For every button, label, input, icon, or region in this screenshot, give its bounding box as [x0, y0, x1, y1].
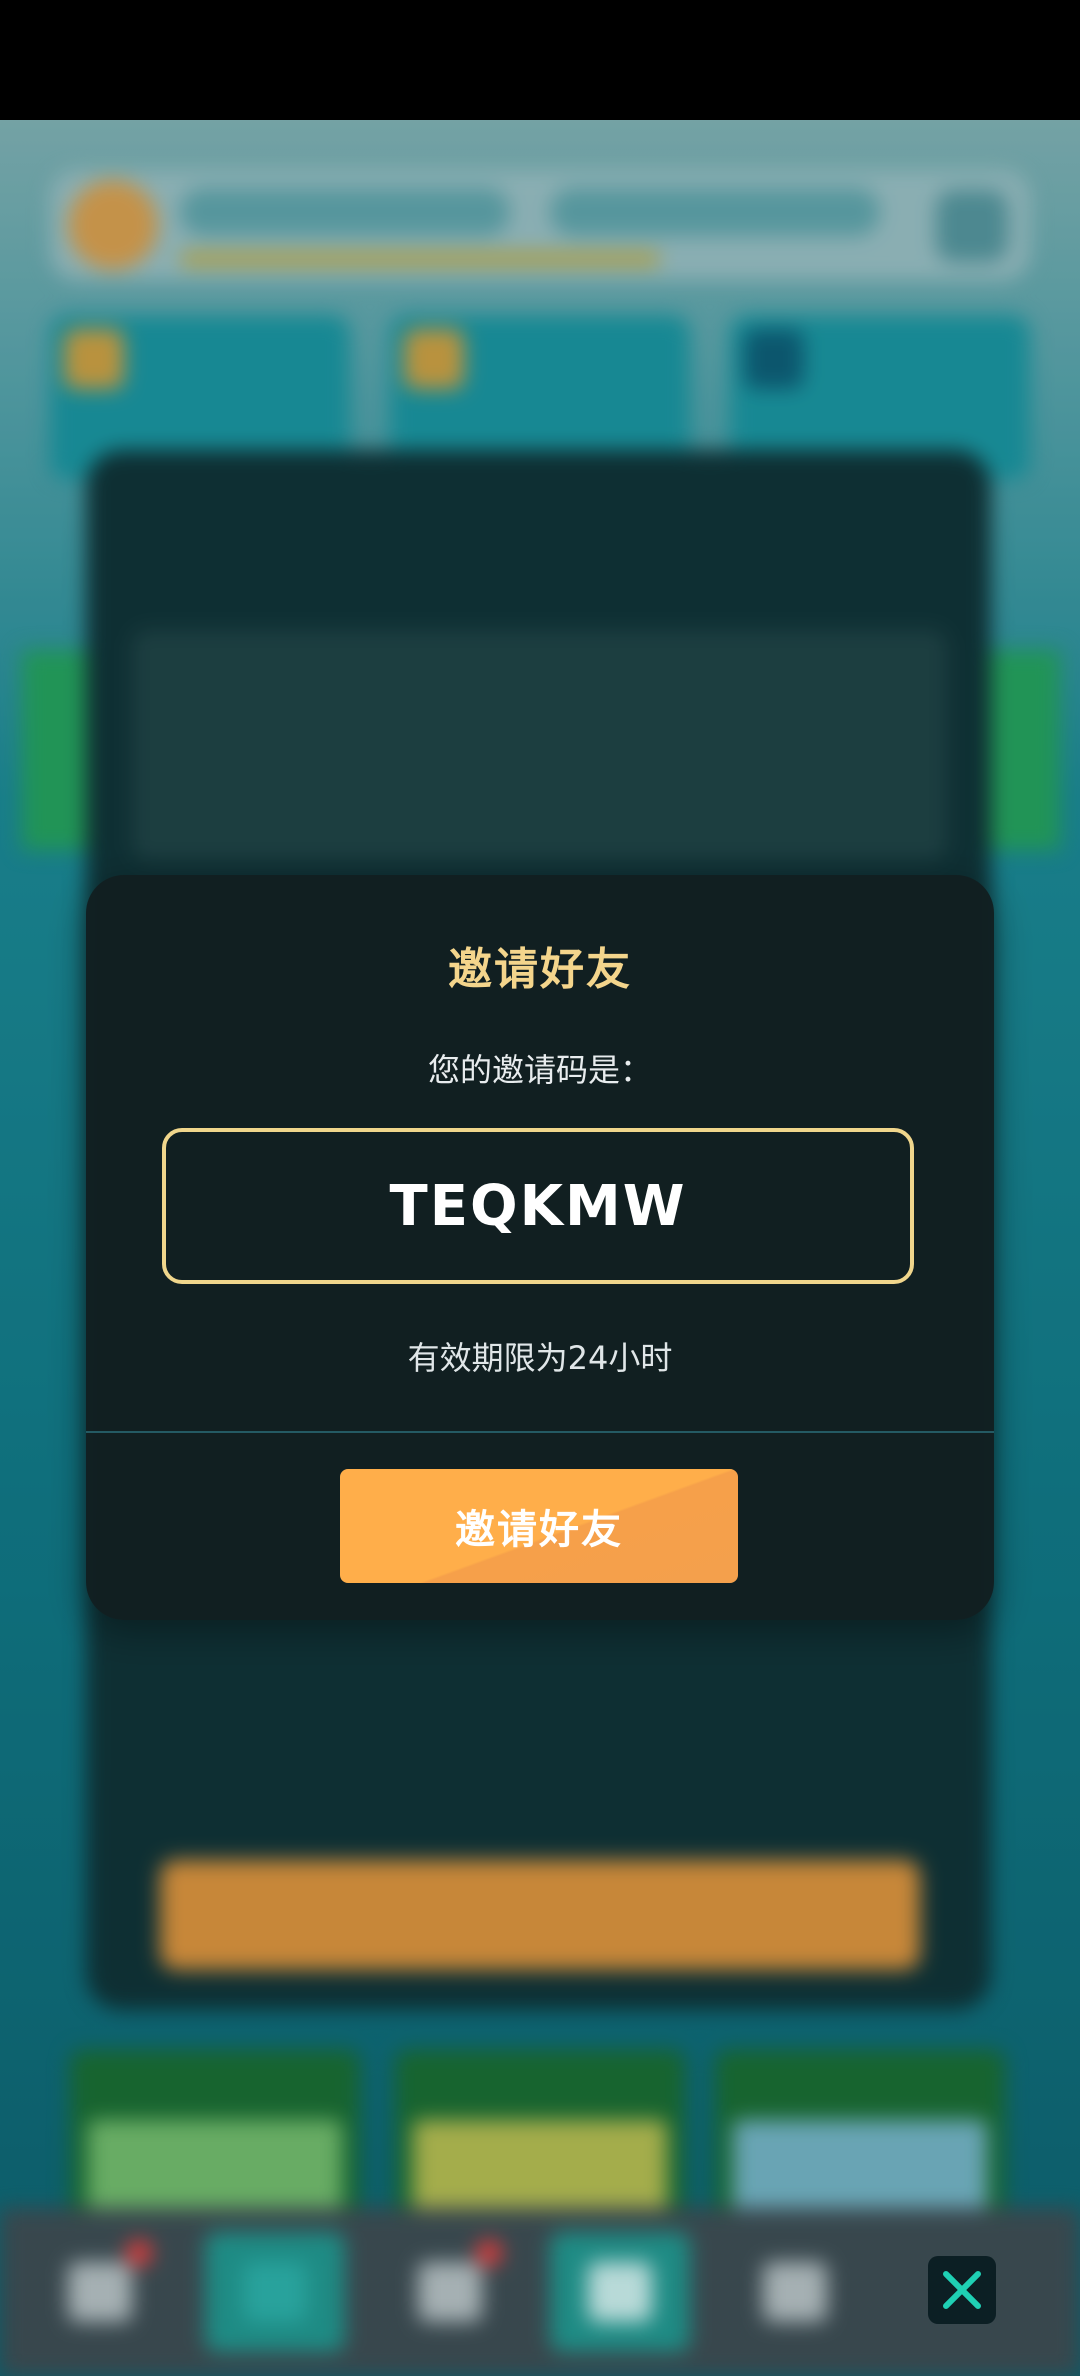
- invite-friends-button[interactable]: 邀请好友: [340, 1469, 738, 1583]
- notification-dot: [476, 2240, 502, 2266]
- invite-dialog: 邀请好友 您的邀请码是： TEQKMW 有效期限为24小时 邀请好友: [86, 875, 994, 1620]
- notification-dot: [126, 2240, 152, 2266]
- close-button[interactable]: [928, 2256, 996, 2324]
- nav-item-triangle[interactable]: [30, 2232, 170, 2352]
- status-bar: [0, 0, 1080, 120]
- divider: [86, 1431, 994, 1433]
- gear-badge-icon: [418, 2262, 482, 2322]
- heart-diamond-icon: [763, 2262, 827, 2322]
- triangle-icon: [68, 2262, 132, 2322]
- nav-item-heart[interactable]: [725, 2232, 865, 2352]
- invite-code-label: 您的邀请码是：: [427, 1051, 652, 1089]
- nav-item-diamond[interactable]: [550, 2232, 690, 2352]
- close-icon: [943, 2271, 981, 2309]
- invite-code-box[interactable]: TEQKMW: [162, 1128, 914, 1284]
- nav-item-gear[interactable]: [380, 2232, 520, 2352]
- validity-text: 有效期限为24小时: [407, 1339, 673, 1377]
- nav-item-shield[interactable]: [205, 2232, 345, 2352]
- shield-icon: [243, 2262, 307, 2322]
- bottom-nav: [0, 2208, 1080, 2376]
- diamond-icon: [588, 2262, 652, 2322]
- invite-code[interactable]: TEQKMW: [390, 1174, 687, 1239]
- dialog-title: 邀请好友: [448, 944, 632, 995]
